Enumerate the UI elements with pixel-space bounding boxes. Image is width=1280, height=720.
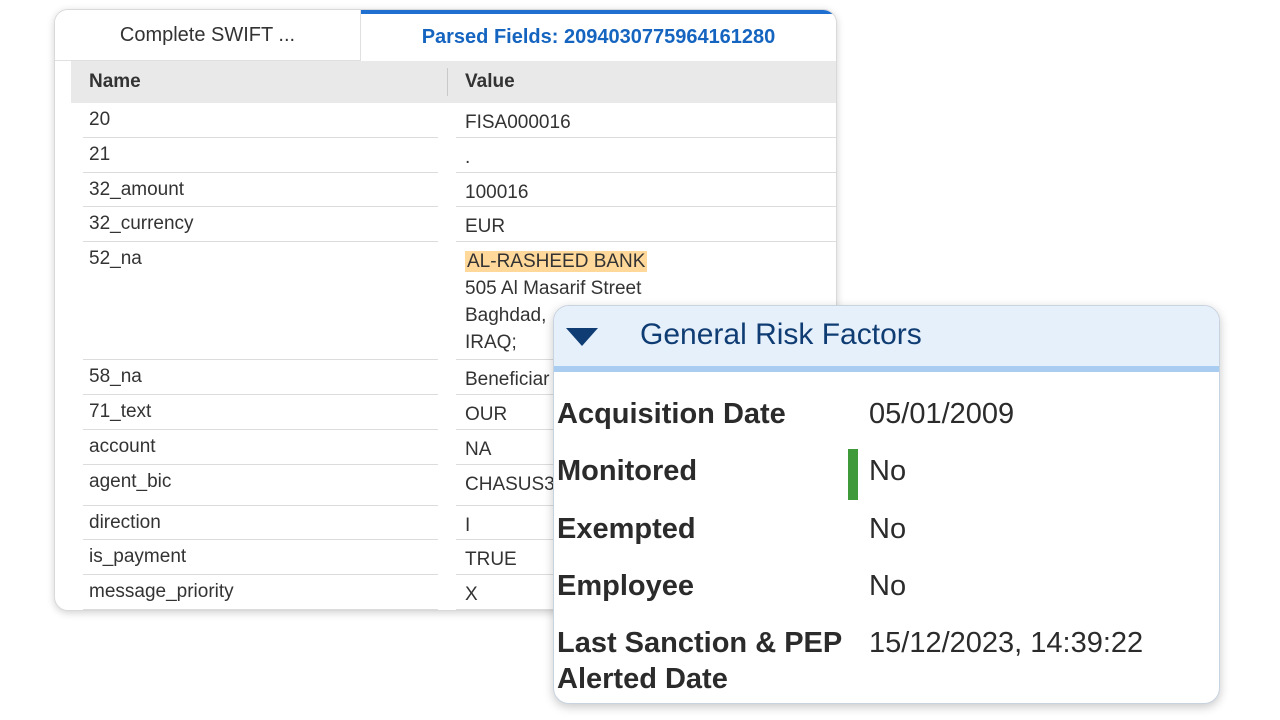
tab-parsed-fields[interactable]: Parsed Fields: 2094030775964161280 xyxy=(361,10,836,61)
table-row[interactable]: 21 . xyxy=(71,138,836,173)
field-name: 71_text xyxy=(89,401,152,422)
field-name: 20 xyxy=(89,109,111,130)
highlighted-bank-name: AL-RASHEED BANK xyxy=(465,251,648,272)
field-name: is_payment xyxy=(89,546,187,567)
field-value: OUR xyxy=(465,404,508,425)
table-row[interactable]: 32_currency EUR xyxy=(71,207,836,242)
risk-value: No xyxy=(869,570,907,602)
risk-value: 05/01/2009 xyxy=(869,398,1015,430)
column-header-value[interactable]: Value xyxy=(465,61,515,103)
field-name: 58_na xyxy=(89,366,142,387)
risk-value: No xyxy=(869,513,907,545)
field-value: X xyxy=(465,584,478,605)
risk-factors-title: General Risk Factors xyxy=(640,318,922,351)
column-divider[interactable] xyxy=(447,68,448,96)
tab-bar: Complete SWIFT ... Parsed Fields: 209403… xyxy=(55,10,836,61)
field-name: 21 xyxy=(89,144,111,165)
field-name: agent_bic xyxy=(89,471,172,492)
parsed-fields-table: Name Value 20 FISA000016 21 . 32_amount … xyxy=(71,61,836,610)
risk-factors-header[interactable]: General Risk Factors xyxy=(554,306,1219,372)
field-name: account xyxy=(89,436,156,457)
risk-label: Exempted xyxy=(557,513,696,545)
field-value: FISA000016 xyxy=(465,112,571,133)
field-value: CHASUS3 xyxy=(465,474,555,495)
field-name: direction xyxy=(89,512,161,533)
risk-value: No xyxy=(869,455,907,487)
risk-label: Acquisition Date xyxy=(557,398,786,430)
field-value: NA xyxy=(465,439,492,460)
field-value: 100016 xyxy=(465,182,529,203)
field-name: message_priority xyxy=(89,581,234,602)
field-value: EUR xyxy=(465,216,506,237)
table-header: Name Value xyxy=(71,61,836,103)
field-name: 32_currency xyxy=(89,213,194,234)
field-value: Beneficiar xyxy=(465,369,550,390)
field-value: I xyxy=(465,515,471,536)
tab-complete-swift[interactable]: Complete SWIFT ... xyxy=(55,10,361,61)
address-line: 505 Al Masarif Street xyxy=(465,278,642,299)
field-value: TRUE xyxy=(465,549,517,570)
risk-label: Last Sanction & PEP Alerted Date xyxy=(557,627,842,695)
field-name: 52_na xyxy=(89,248,142,269)
column-header-name[interactable]: Name xyxy=(89,61,141,103)
risk-factors-panel: General Risk Factors Acquisition Date 05… xyxy=(553,305,1220,704)
risk-label: Employee xyxy=(557,570,694,602)
table-row[interactable]: 32_amount 100016 xyxy=(71,173,836,207)
field-name: 32_amount xyxy=(89,179,185,200)
field-value: . xyxy=(465,147,471,168)
risk-value: 15/12/2023, 14:39:22 xyxy=(869,627,1144,659)
chevron-down-icon[interactable] xyxy=(566,326,598,348)
risk-label: Monitored xyxy=(557,455,698,487)
table-row[interactable]: 20 FISA000016 xyxy=(71,103,836,138)
